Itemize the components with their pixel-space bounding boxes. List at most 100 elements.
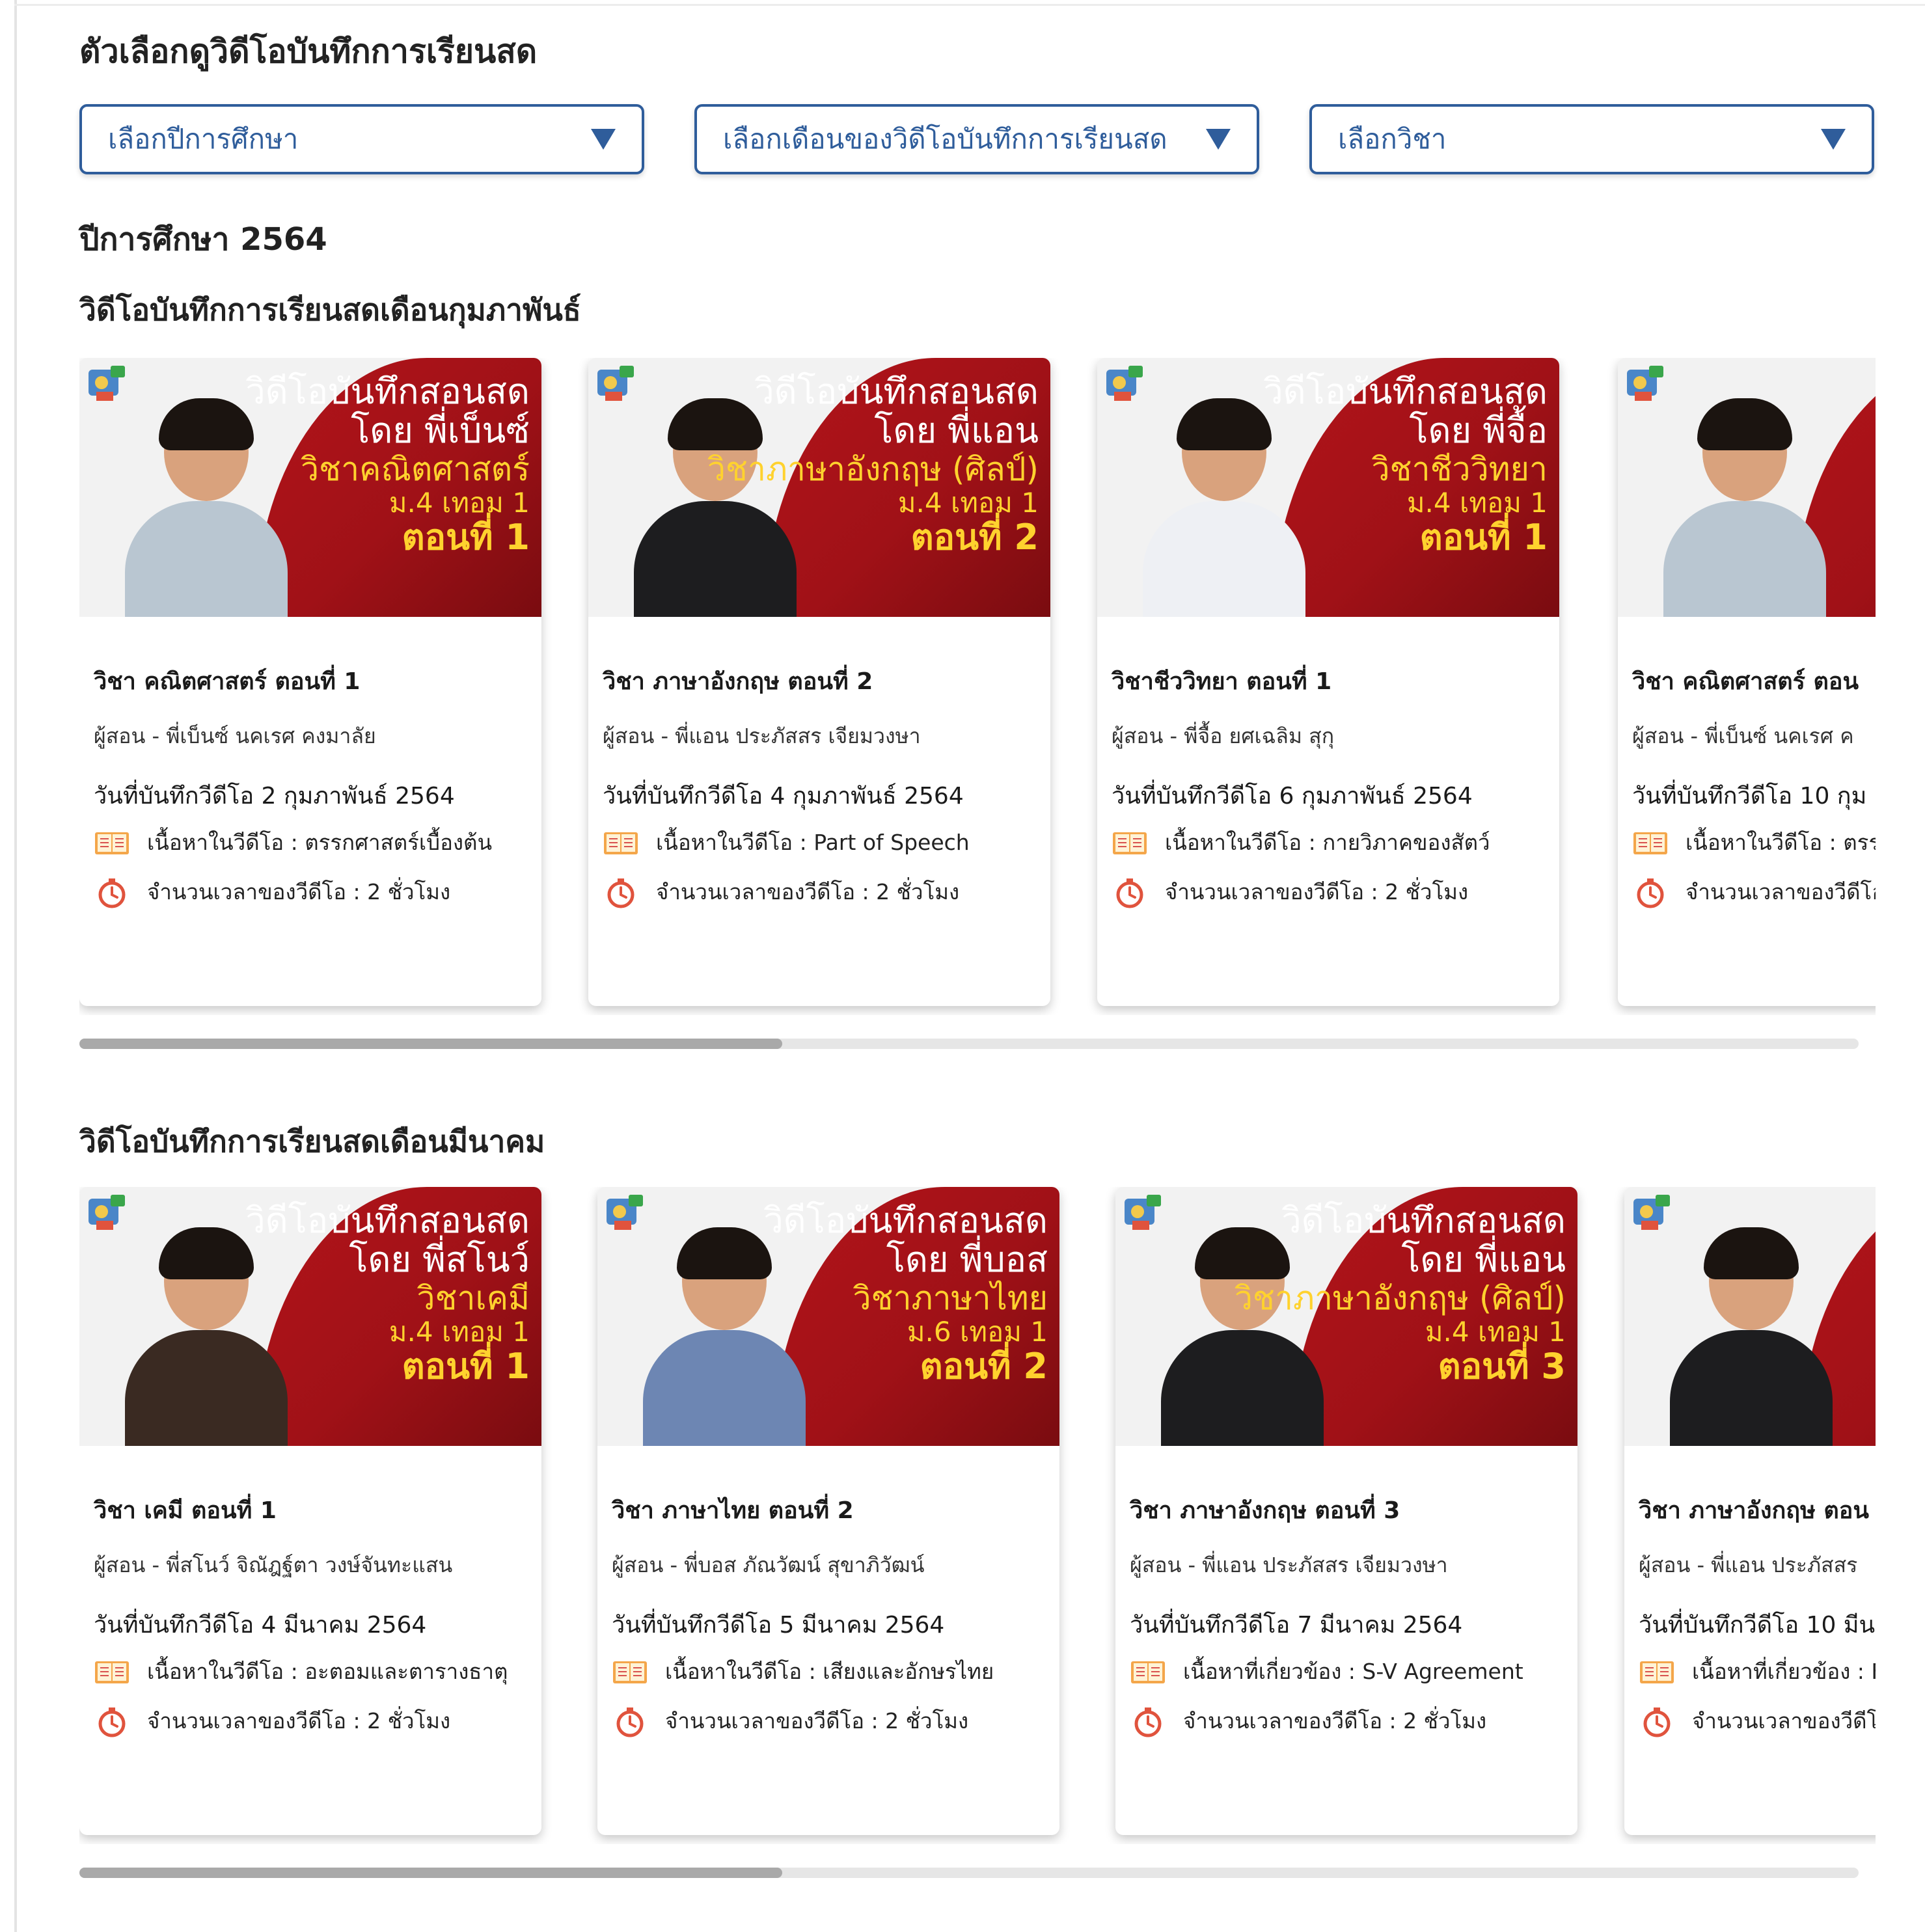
thumbnail-episode: ตอนที่ 1 <box>1419 516 1548 558</box>
thumbnail-episode: ตอนที่ 2 <box>920 1345 1048 1387</box>
card-date: วันที่บันทึกวีดีโอ 10 กุม <box>1632 783 1867 810</box>
subject-select[interactable]: เลือกวิชา <box>1309 104 1874 174</box>
thumbnail-teacher: โดย พี่สโนว์ <box>349 1239 530 1281</box>
thumbnail-level: ม.4 เทอม 1 <box>1425 1315 1566 1348</box>
card-duration-line: จำนวนเวลาของวีดีโอ : 2 ชั่วโมง <box>94 1704 450 1738</box>
card-teacher: ผู้สอน - พี่บอส ภัณวัฒน์ สุขาภิวัฒน์ <box>612 1553 925 1577</box>
card-date: วันที่บันทึกวีดีโอ 4 มีนาคม 2564 <box>94 1612 427 1639</box>
book-icon <box>1632 828 1669 857</box>
video-card[interactable]: วิดีโอวิชวิชา ภาษาอังกฤษ ตอนผู้สอน - พี่… <box>1624 1187 1876 1835</box>
video-thumbnail[interactable]: วิดีโอวิช <box>1624 1187 1876 1446</box>
video-thumbnail[interactable]: วิดีโอบันทึกสอนสด โดย พี่เบ็นซ์ วิชาคณิตศา… <box>79 358 541 617</box>
month-select-label: เลือกเดือนของวิดีโอบันทึกการเรียนสด <box>723 123 1167 155</box>
card-subject: วิชา เคมี ตอนที่ 1 <box>94 1497 277 1524</box>
card-subject: วิชา ภาษาอังกฤษ ตอนที่ 2 <box>603 668 873 695</box>
card-content-line: เนื้อหาในวีดีโอ : ตรรกศาสตร์เบื้องต้น <box>94 825 492 860</box>
video-card[interactable]: วิดีโอบันทึกสอนสด โดย พี่เบ็นซ์ วิชาคณิตศา… <box>79 358 541 1006</box>
scrollbar-thumb[interactable] <box>79 1039 782 1049</box>
thumbnail-subject: วิชาภาษาอังกฤษ (ศิลป์) <box>707 450 1039 488</box>
video-thumbnail[interactable]: วิดีโอบันทึกสอนสด โดย พี่แอน วิชาภาษาอังกฤ… <box>1115 1187 1577 1446</box>
card-duration: จำนวนเวลาของวีดีโอ : 2 ชั่วโมง <box>665 1708 969 1734</box>
section-title: วิดีโอบันทึกการเรียนสดเดือนกุมภาพันธ์ <box>79 292 581 327</box>
card-duration: จำนวนเวลาของวีดีโอ : 2 ชั่วโมง <box>1183 1708 1487 1734</box>
stopwatch-icon <box>94 878 130 908</box>
card-teacher: ผู้สอน - พี่แอน ประภัสสร เจียมวงษา <box>1130 1553 1448 1577</box>
card-content-line: เนื้อหาที่เกี่ยวข้อง : S-V Agreement <box>1130 1654 1523 1689</box>
card-content-line: เนื้อหาในวีดีโอ : กายวิภาคของสัตว์ <box>1112 825 1490 860</box>
video-card[interactable]: วิดีโอบันทึกสอนสด โดย พี่สโนว์ วิชาเคมี ม.4… <box>79 1187 541 1835</box>
year-select[interactable]: เลือกปีการศึกษา <box>79 104 644 174</box>
month-select[interactable]: เลือกเดือนของวิดีโอบันทึกการเรียนสด <box>694 104 1259 174</box>
book-icon <box>94 828 130 857</box>
thumbnail-title: วิดีโอบันทึกสอนสด <box>245 1200 530 1241</box>
video-thumbnail[interactable]: วิดีโอบันทึกสอนสด โดย พี่จื้อ วิชาชีววิทยา… <box>1097 358 1559 617</box>
card-teacher: ผู้สอน - พี่แอน ประภัสสร เจียมวงษา <box>603 724 921 748</box>
subject-select-label: เลือกวิชา <box>1338 123 1447 155</box>
card-date: วันที่บันทึกวีดีโอ 5 มีนาคม 2564 <box>612 1612 945 1639</box>
card-duration: จำนวนเวลาของวีดีโอ : 2 ชั่วโมง <box>1165 879 1469 905</box>
card-duration-line: จำนวนเวลาของวีดีโอ : 2 ชั่วโมง <box>94 875 450 909</box>
logo-icon <box>1623 363 1669 409</box>
stopwatch-icon <box>1112 878 1148 908</box>
card-teacher: ผู้สอน - พี่เบ็นซ์ นคเรศ ค <box>1632 724 1854 748</box>
card-date: วันที่บันทึกวีดีโอ 4 กุมภาพันธ์ 2564 <box>603 783 964 810</box>
academic-year-title: ปีการศึกษา 2564 <box>79 221 327 258</box>
thumbnail-subject: วิชาเคมี <box>416 1279 530 1317</box>
video-thumbnail[interactable]: วิดีโอบันทึกสอนสด โดย พี่แอน วิชาภาษาอังกฤ… <box>588 358 1050 617</box>
stopwatch-icon <box>1130 1707 1166 1737</box>
year-select-label: เลือกปีการศึกษา <box>108 123 299 155</box>
thumbnail-episode: ตอนที่ 2 <box>910 516 1039 558</box>
video-card-row[interactable]: วิดีโอบันทึกสอนสด โดย พี่สโนว์ วิชาเคมี ม.4… <box>79 1187 1876 1844</box>
video-card[interactable]: วิดีโอบันทึกสอนสด โดย พี่บอส วิชาภาษาไทย ม.… <box>597 1187 1059 1835</box>
card-teacher: ผู้สอน - พี่จื้อ ยศเฉลิม สุกุ <box>1112 724 1335 748</box>
horizontal-scrollbar[interactable] <box>79 1868 1859 1878</box>
thumbnail-text: วิดีโอบันทึกสอนสด โดย พี่บอส วิชาภาษาไทย ม.… <box>763 1201 1048 1386</box>
chevron-down-icon <box>1821 129 1846 150</box>
book-icon <box>603 828 639 857</box>
video-card[interactable]: วิดีโอบันทึกสอนสด โดย พี่จื้อ วิชาชีววิทยา… <box>1097 358 1559 1006</box>
video-thumbnail[interactable]: วิดีโอวิช <box>1618 358 1876 617</box>
video-thumbnail[interactable]: วิดีโอบันทึกสอนสด โดย พี่บอส วิชาภาษาไทย ม.… <box>597 1187 1059 1446</box>
thumbnail-title: วิดีโอบันทึกสอนสด <box>1281 1200 1566 1241</box>
logo-icon <box>85 1192 130 1238</box>
thumbnail-episode: ตอนที่ 1 <box>402 1345 530 1387</box>
card-content: เนื้อหาที่เกี่ยวข้อง : S-V Agreement <box>1183 1659 1523 1684</box>
card-subject: วิชา ภาษาอังกฤษ ตอนที่ 3 <box>1130 1497 1400 1524</box>
thumbnail-level: ม.4 เทอม 1 <box>897 486 1039 519</box>
logo-icon <box>85 363 130 409</box>
card-content: เนื้อหาในวีดีโอ : ตรรกศาสตร์เบื้องต้น <box>147 830 492 855</box>
card-content-line: เนื้อหาในวีดีโอ : เสียงและอักษรไทย <box>612 1654 994 1689</box>
thumbnail-title: วิดีโอบันทึกสอนสด <box>763 1200 1048 1241</box>
book-icon <box>1639 1657 1675 1686</box>
logo-icon <box>594 363 639 409</box>
stopwatch-icon <box>603 878 639 908</box>
video-card-row[interactable]: วิดีโอบันทึกสอนสด โดย พี่เบ็นซ์ วิชาคณิตศา… <box>79 358 1876 1015</box>
thumbnail-subject: วิชาภาษาอังกฤษ (ศิลป์) <box>1234 1279 1566 1317</box>
card-teacher: ผู้สอน - พี่เบ็นซ์ นคเรศ คงมาลัย <box>94 724 376 748</box>
card-content: เนื้อหาในวีดีโอ : ตรร <box>1686 830 1876 855</box>
card-date: วันที่บันทึกวีดีโอ 7 มีนาคม 2564 <box>1130 1612 1463 1639</box>
card-subject: วิชา คณิตศาสตร์ ตอนที่ 1 <box>94 668 361 695</box>
thumbnail-episode: ตอนที่ 1 <box>402 516 530 558</box>
stopwatch-icon <box>1632 878 1669 908</box>
scrollbar-thumb[interactable] <box>79 1868 782 1878</box>
thumbnail-teacher: โดย พี่บอส <box>886 1239 1048 1281</box>
card-subject: วิชา ภาษาไทย ตอนที่ 2 <box>612 1497 854 1524</box>
horizontal-scrollbar[interactable] <box>79 1039 1859 1049</box>
teacher-photo <box>1663 398 1826 617</box>
video-thumbnail[interactable]: วิดีโอบันทึกสอนสด โดย พี่สโนว์ วิชาเคมี ม.4… <box>79 1187 541 1446</box>
video-card[interactable]: วิดีโอวิชวิชา คณิตศาสตร์ ตอนผู้สอน - พี่… <box>1618 358 1876 1006</box>
chevron-down-icon <box>1206 129 1231 150</box>
stopwatch-icon <box>612 1707 648 1737</box>
card-content-line: เนื้อหาในวีดีโอ : ตรร <box>1632 825 1876 860</box>
thumbnail-level: ม.4 เทอม 1 <box>389 1315 530 1348</box>
thumbnail-text: วิดีโอบันทึกสอนสด โดย พี่สโนว์ วิชาเคมี ม.4… <box>245 1201 530 1386</box>
thumbnail-text: วิดีโอบันทึกสอนสด โดย พี่จื้อ วิชาชีววิทยา… <box>1263 372 1548 557</box>
thumbnail-text: วิดีโอบันทึกสอนสด โดย พี่แอน วิชาภาษาอังกฤ… <box>1235 1201 1566 1386</box>
card-duration-line: จำนวนเวลาของวีดีโอ : 2 ชั่วโมง <box>1112 875 1468 909</box>
card-duration-line: จำนวนเวลาของวีดีโอ : 2 ชั่วโมง <box>603 875 959 909</box>
thumbnail-subject: วิชาภาษาไทย <box>853 1279 1048 1317</box>
video-card[interactable]: วิดีโอบันทึกสอนสด โดย พี่แอน วิชาภาษาอังกฤ… <box>1115 1187 1577 1835</box>
card-duration-line: จำนวนเวลาของวีดีโอ : 2 ชั่วโมง <box>612 1704 968 1738</box>
video-card[interactable]: วิดีโอบันทึกสอนสด โดย พี่แอน วิชาภาษาอังกฤ… <box>588 358 1050 1006</box>
